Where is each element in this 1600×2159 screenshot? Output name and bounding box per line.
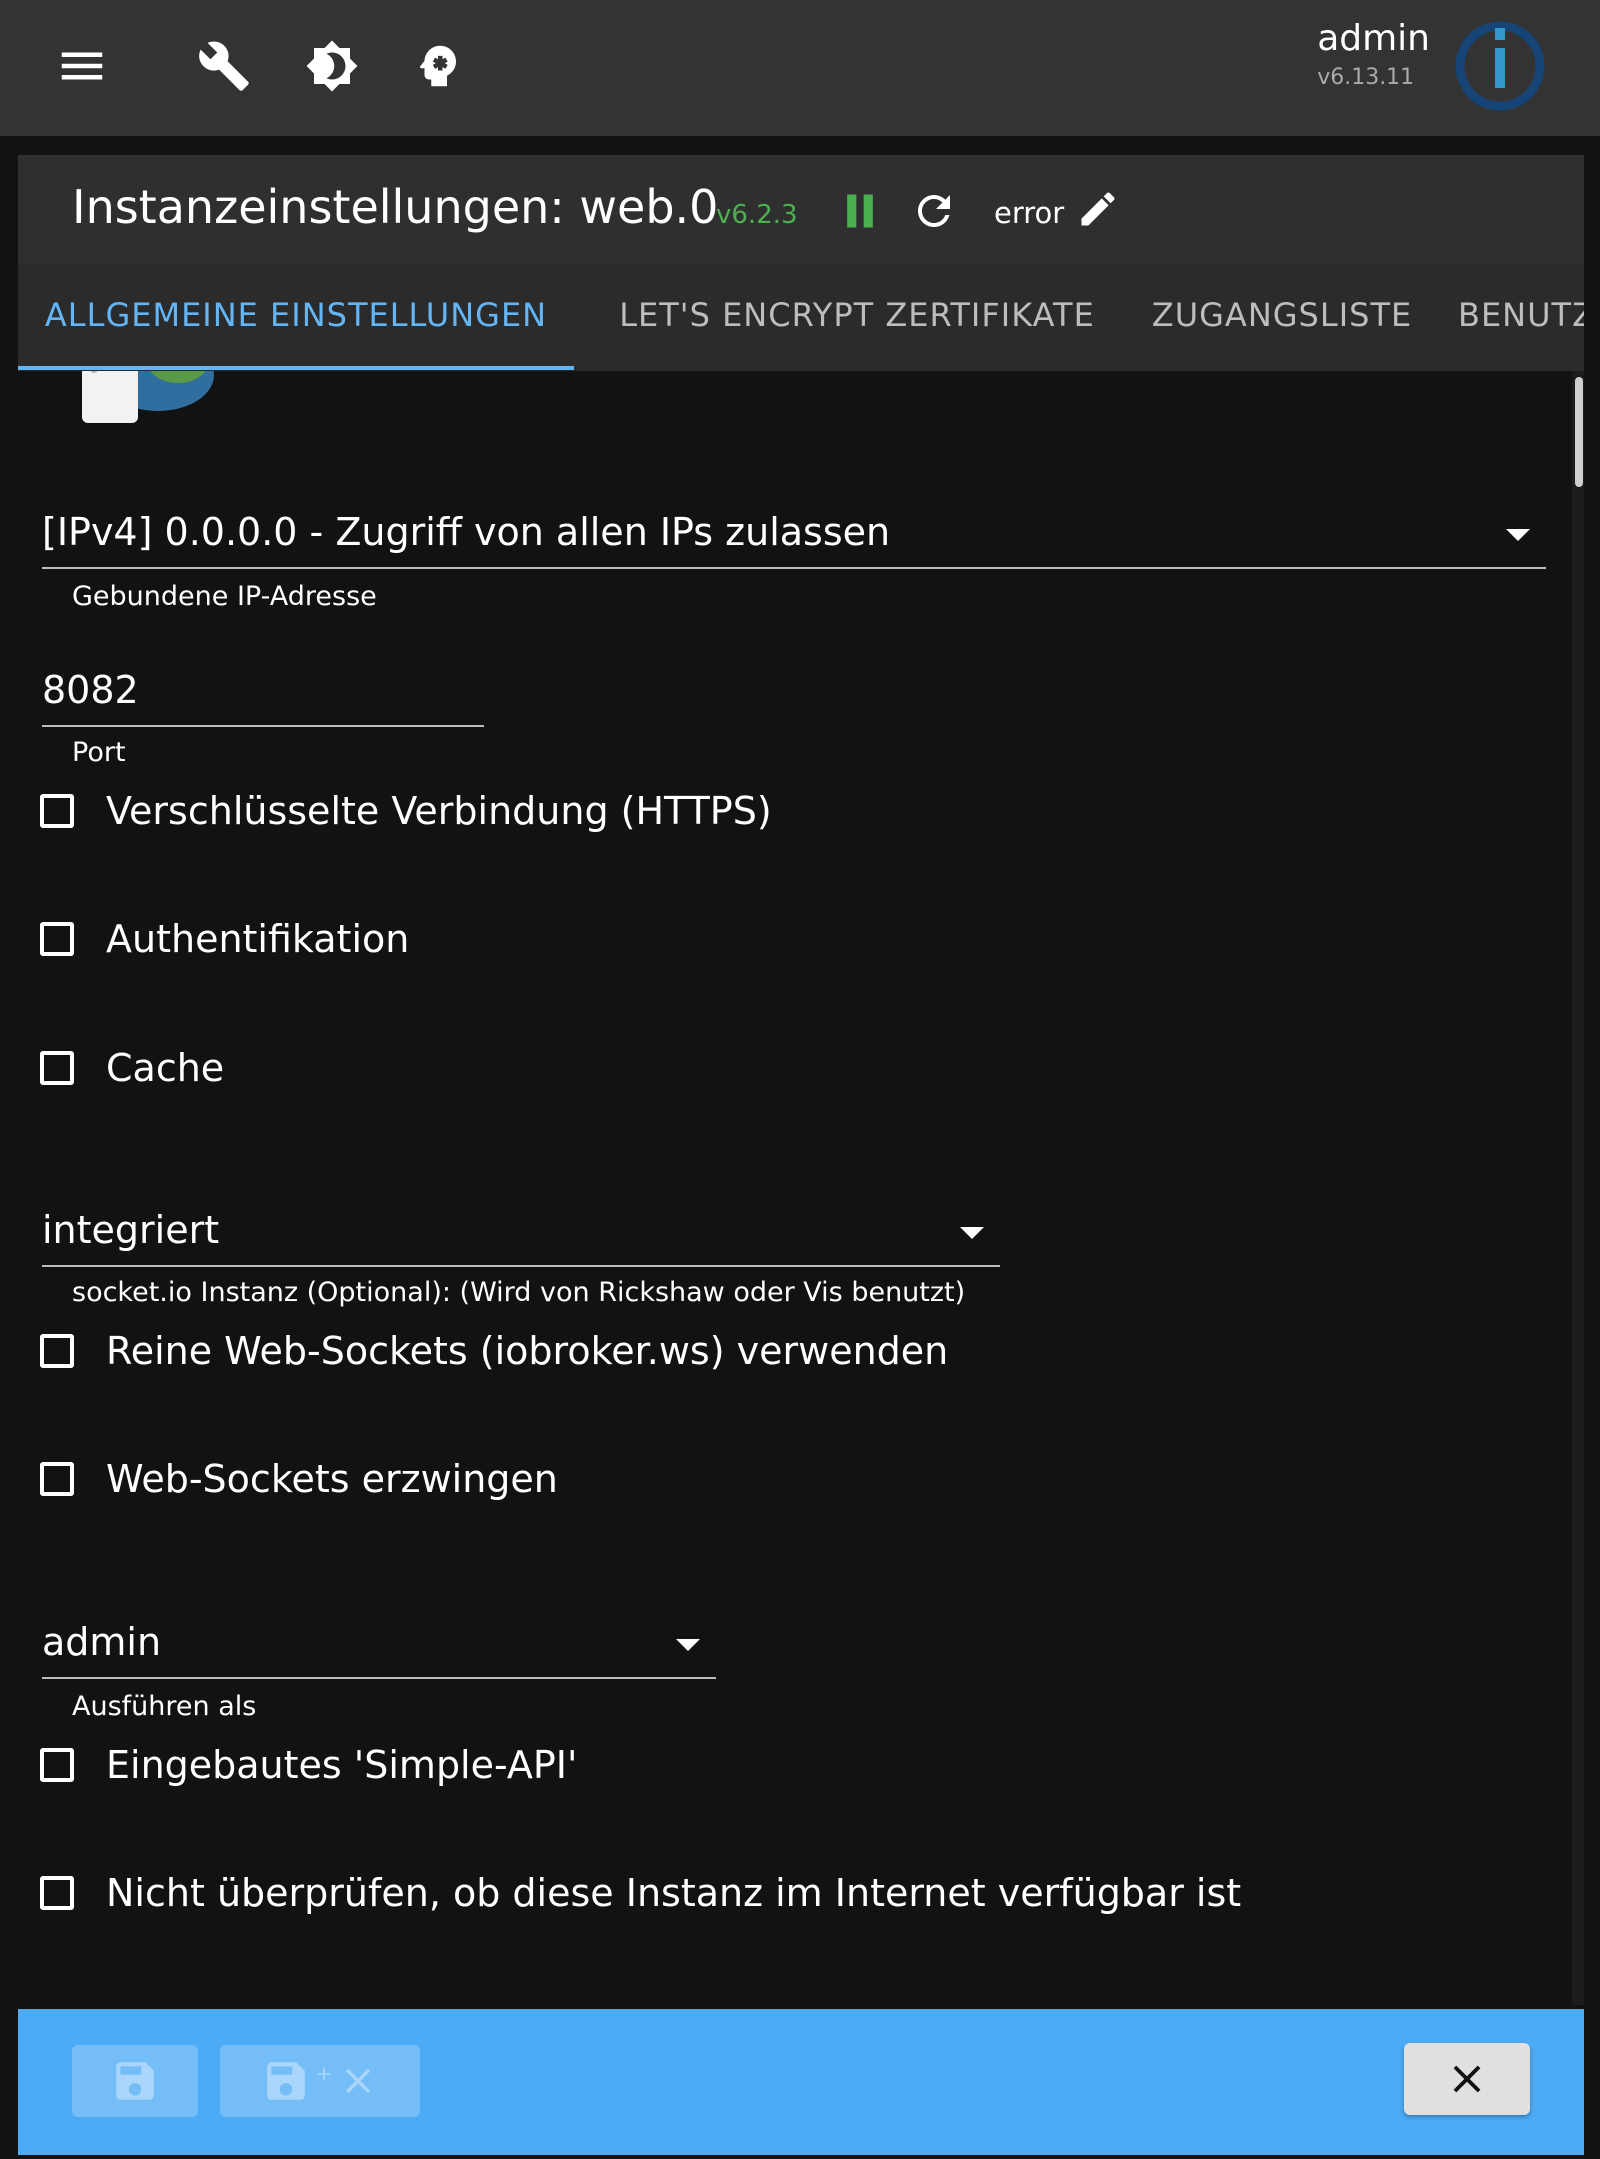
no-check-label: Nicht überprüfen, ob diese Instanz im In… (106, 1871, 1242, 1915)
save-and-close-button[interactable] (220, 2045, 420, 2117)
auth-label: Authentifikation (106, 917, 410, 961)
edit-icon[interactable] (1076, 187, 1120, 231)
cache-checkbox[interactable] (40, 1051, 74, 1085)
force-ws-checkbox-row[interactable]: Web-Sockets erzwingen (40, 1449, 558, 1509)
no-check-checkbox[interactable] (40, 1876, 74, 1910)
socketio-helper: socket.io Instanz (Optional): (Wird von … (72, 1277, 966, 1308)
dropdown-arrow-icon (960, 1227, 984, 1239)
iobroker-logo[interactable] (1452, 18, 1548, 114)
port-input[interactable]: 8082 (42, 627, 484, 727)
simple-api-checkbox[interactable] (40, 1748, 74, 1782)
save-button[interactable] (72, 2045, 198, 2117)
force-ws-label: Web-Sockets erzwingen (106, 1457, 558, 1501)
menu-icon[interactable] (50, 34, 114, 98)
auth-checkbox-row[interactable]: Authentifikation (40, 909, 409, 969)
pure-ws-checkbox-row[interactable]: Reine Web-Sockets (iobroker.ws) verwende… (40, 1321, 948, 1381)
run-as-select[interactable]: admin (42, 1581, 716, 1679)
log-level-label: error (994, 196, 1065, 230)
plus-icon (317, 2067, 331, 2081)
socketio-select[interactable]: integriert (42, 1169, 1000, 1267)
run-as-value: admin (42, 1620, 162, 1664)
port-value: 8082 (42, 668, 139, 712)
bind-address-value: [IPv4] 0.0.0.0 - Zugriff von allen IPs z… (42, 510, 891, 554)
expert-mode-icon[interactable] (406, 34, 470, 98)
user-name: admin (1317, 18, 1430, 59)
no-check-checkbox-row[interactable]: Nicht überprüfen, ob diese Instanz im In… (40, 1863, 1241, 1923)
user-version: v6.13.11 (1317, 65, 1415, 90)
simple-api-label: Eingebautes 'Simple-API' (106, 1743, 578, 1787)
cache-label: Cache (106, 1046, 225, 1090)
pause-icon[interactable] (838, 189, 882, 233)
tab-users[interactable]: BENUTZ (1424, 263, 1584, 371)
close-button[interactable] (1404, 2043, 1530, 2115)
dropdown-arrow-icon (676, 1639, 700, 1651)
wrench-icon[interactable] (192, 34, 256, 98)
app-topbar: admin v6.13.11 (0, 0, 1600, 136)
close-icon (1453, 2065, 1481, 2093)
refresh-icon[interactable] (910, 187, 958, 235)
pure-ws-checkbox[interactable] (40, 1334, 74, 1368)
instance-version: v6.2.3 (716, 200, 798, 230)
bind-address-helper: Gebundene IP-Adresse (72, 581, 377, 612)
tab-letsencrypt[interactable]: LET'S ENCRYPT ZERTIFIKATE (574, 263, 1140, 371)
page-title: Instanzeinstellungen: web.0 (72, 180, 719, 234)
dropdown-arrow-icon (1506, 529, 1530, 541)
active-tab-indicator (18, 366, 574, 370)
brightness-icon[interactable] (300, 34, 364, 98)
auth-checkbox[interactable] (40, 922, 74, 956)
tab-general[interactable]: ALLGEMEINE EINSTELLUNGEN (18, 263, 574, 371)
https-checkbox[interactable] (40, 794, 74, 828)
settings-content: [IPv4] 0.0.0.0 - Zugriff von allen IPs z… (18, 371, 1584, 2005)
instance-settings-panel: Instanzeinstellungen: web.0 v6.2.3 error… (18, 155, 1584, 2155)
cache-checkbox-row[interactable]: Cache (40, 1038, 224, 1098)
bind-address-select[interactable]: [IPv4] 0.0.0.0 - Zugriff von allen IPs z… (42, 471, 1546, 569)
close-icon (345, 2068, 371, 2094)
simple-api-checkbox-row[interactable]: Eingebautes 'Simple-API' (40, 1735, 577, 1795)
scrollbar-thumb[interactable] (1575, 377, 1583, 487)
save-icon (116, 2062, 154, 2100)
scrollbar-track[interactable] (1572, 371, 1584, 2005)
tab-access-list[interactable]: ZUGANGSLISTE (1140, 263, 1424, 371)
pure-ws-label: Reine Web-Sockets (iobroker.ws) verwende… (106, 1329, 949, 1373)
https-checkbox-row[interactable]: Verschlüsselte Verbindung (HTTPS) (40, 781, 772, 841)
socketio-value: integriert (42, 1208, 220, 1252)
force-ws-checkbox[interactable] (40, 1462, 74, 1496)
panel-titlebar: Instanzeinstellungen: web.0 v6.2.3 error (18, 155, 1584, 263)
user-info: admin v6.13.11 (1317, 16, 1430, 94)
bottom-action-bar (18, 2009, 1584, 2155)
save-icon (267, 2062, 305, 2100)
settings-tabs: ALLGEMEINE EINSTELLUNGEN LET'S ENCRYPT Z… (18, 263, 1584, 371)
adapter-logo (82, 371, 214, 423)
https-label: Verschlüsselte Verbindung (HTTPS) (106, 789, 772, 833)
run-as-helper: Ausführen als (72, 1691, 257, 1722)
port-helper: Port (72, 737, 126, 768)
